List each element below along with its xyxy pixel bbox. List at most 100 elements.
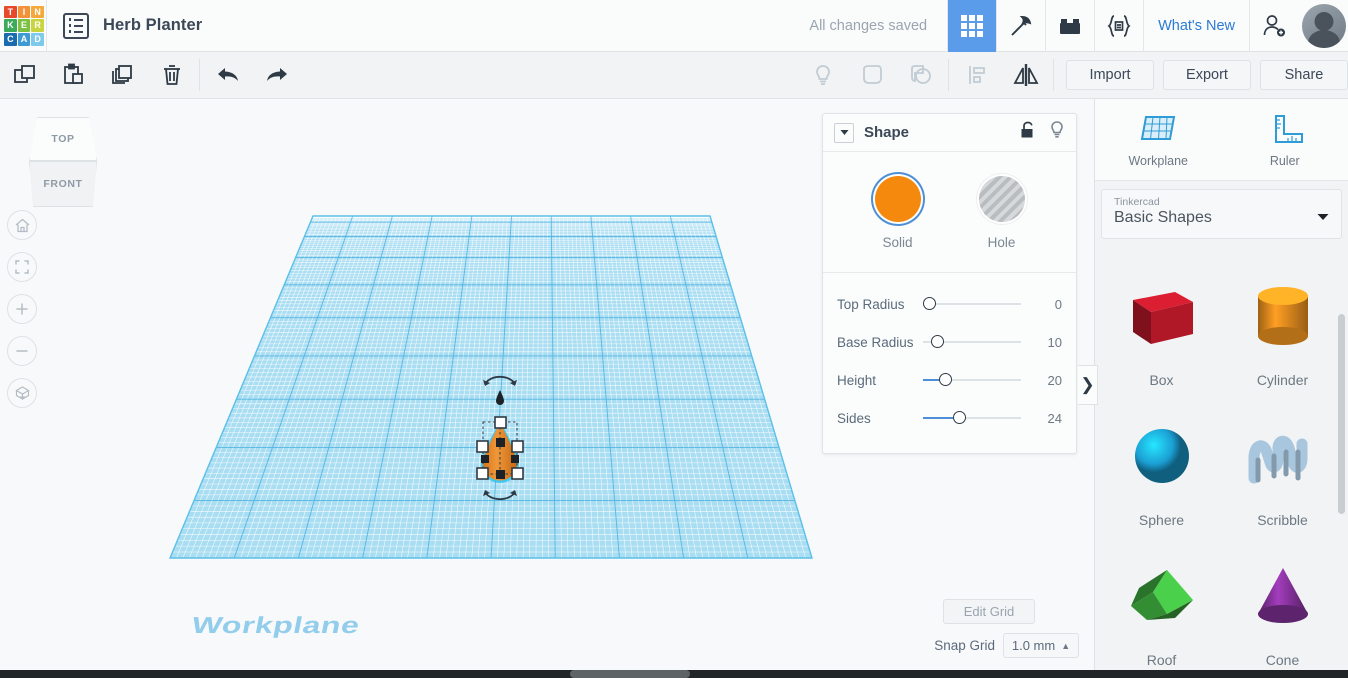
slider-label: Height — [837, 372, 877, 388]
logo-tile-n: N — [31, 5, 44, 19]
shape-cone[interactable]: Cone — [1222, 534, 1343, 674]
rotate-handle-bottom — [483, 490, 517, 501]
view-cube-front-label: FRONT — [43, 178, 83, 190]
view-cube-front-face[interactable]: FRONT — [29, 161, 97, 207]
panel-scrollbar[interactable] — [1338, 314, 1345, 514]
selected-shape-cone[interactable] — [455, 354, 545, 509]
logo-tile-c: C — [4, 32, 17, 46]
horizontal-scrollbar[interactable] — [0, 670, 1348, 678]
ruler-tool[interactable]: Ruler — [1222, 99, 1348, 180]
height-handle — [496, 390, 504, 405]
shape-cylinder[interactable]: Cylinder — [1222, 254, 1343, 394]
slider-thumb[interactable] — [953, 411, 966, 424]
toolbar-separator — [199, 59, 200, 91]
shape-category-select[interactable]: Tinkercad Basic Shapes — [1101, 189, 1342, 239]
snap-grid-select[interactable]: 1.0 mm ▲ — [1003, 633, 1079, 658]
unlock-icon[interactable] — [1019, 121, 1035, 144]
toolbar-separator-3 — [1053, 59, 1054, 91]
workplane-grid-icon — [1141, 115, 1176, 140]
logo-tile-k: K — [4, 19, 17, 32]
tinkercad-logo[interactable]: TIN KER CAD — [2, 4, 46, 48]
whats-new-link[interactable]: What's New — [1143, 0, 1249, 52]
pickaxe-icon[interactable] — [996, 0, 1045, 52]
redo-arrow-icon[interactable] — [252, 52, 301, 99]
list-menu-icon[interactable] — [63, 12, 89, 39]
slider-thumb[interactable] — [923, 297, 936, 310]
plus-icon[interactable] — [7, 294, 37, 324]
undo-arrow-icon[interactable] — [203, 52, 252, 99]
grid-view-icon[interactable] — [947, 0, 997, 52]
panel-collapse-toggle[interactable]: ❯ — [1078, 365, 1098, 405]
logo-tile-r: R — [31, 19, 44, 32]
shape-sphere[interactable]: Sphere — [1101, 394, 1222, 534]
home-icon[interactable] — [7, 210, 37, 240]
panel-tools-row: Workplane Ruler — [1095, 99, 1348, 181]
category-name-label: Basic Shapes — [1114, 209, 1212, 226]
slider-track-1[interactable] — [923, 333, 1021, 351]
shape-cone-icon — [1244, 552, 1322, 644]
ungroup-shapes-icon[interactable] — [896, 52, 945, 99]
solid-color-circle[interactable] — [874, 176, 921, 222]
hole-pattern-circle[interactable] — [978, 176, 1025, 222]
shape-cylinder-label: Cylinder — [1256, 372, 1309, 388]
shape-roof-icon — [1123, 552, 1201, 644]
slider-label: Sides — [837, 410, 871, 426]
shape-inspector-panel: Shape Solid Hole Top Radius 0 Base Radiu… — [822, 113, 1077, 454]
chevron-down-icon[interactable] — [834, 122, 854, 143]
chevron-down-icon[interactable] — [1317, 208, 1329, 226]
fit-to-screen-icon[interactable] — [7, 252, 37, 282]
shape-box-label: Box — [1149, 372, 1174, 388]
edit-grid-button[interactable]: Edit Grid — [943, 599, 1035, 624]
slider-value: 20 — [1047, 372, 1062, 388]
slider-track-0[interactable] — [923, 295, 1021, 313]
codeblocks-icon[interactable] — [1094, 0, 1143, 52]
ruler-tool-label: Ruler — [1269, 153, 1300, 168]
snap-grid-label: Snap Grid — [934, 638, 995, 653]
minus-icon[interactable] — [7, 336, 37, 366]
shape-scribble[interactable]: Scribble — [1222, 394, 1343, 534]
add-person-icon[interactable] — [1249, 0, 1298, 52]
slider-track-2[interactable] — [923, 371, 1021, 389]
main-toolbar: Import Export Share — [0, 52, 1348, 99]
view-cube-top-face[interactable]: TOP — [29, 117, 97, 161]
lego-brick-icon[interactable] — [1045, 0, 1094, 52]
mirror-icon[interactable] — [1001, 52, 1050, 99]
slider-fill — [923, 417, 953, 419]
hole-swatch[interactable]: Hole — [978, 176, 1025, 250]
slider-track-3[interactable] — [923, 409, 1021, 427]
header-right-group: All changes saved What's New — [789, 0, 1348, 52]
lightbulb-icon[interactable] — [1049, 120, 1065, 145]
shape-roof[interactable]: Roof — [1101, 534, 1222, 674]
workplane-tool[interactable]: Workplane — [1095, 99, 1222, 180]
ortho-box-icon[interactable] — [7, 378, 37, 408]
shape-roof-label: Roof — [1146, 652, 1177, 668]
share-button[interactable]: Share — [1260, 60, 1348, 90]
trash-icon[interactable] — [147, 52, 196, 99]
page-title[interactable]: Herb Planter — [103, 16, 202, 35]
import-button[interactable]: Import — [1066, 60, 1154, 90]
user-avatar[interactable] — [1302, 3, 1346, 48]
slider-row-height: Height 20 — [823, 361, 1076, 399]
slider-row-sides: Sides 24 — [823, 399, 1076, 437]
group-shapes-icon[interactable] — [847, 52, 896, 99]
slider-value: 24 — [1047, 410, 1062, 426]
slider-fill — [923, 379, 939, 381]
export-button[interactable]: Export — [1163, 60, 1251, 90]
lightbulb-icon[interactable] — [798, 52, 847, 99]
copy-icon[interactable] — [0, 52, 49, 99]
shape-cylinder-icon — [1244, 272, 1322, 364]
save-status: All changes saved — [809, 17, 928, 34]
duplicate-icon[interactable] — [98, 52, 147, 99]
slider-row-base-radius: Base Radius 10 — [823, 323, 1076, 361]
align-icon[interactable] — [952, 52, 1001, 99]
shape-scribble-label: Scribble — [1257, 512, 1308, 528]
view-cube[interactable]: TOP FRONT — [22, 117, 104, 209]
toolbar-separator-2 — [948, 59, 949, 91]
shape-box[interactable]: Box — [1101, 254, 1222, 394]
solid-swatch[interactable]: Solid — [874, 176, 921, 250]
slider-thumb[interactable] — [939, 373, 952, 386]
scrollbar-thumb[interactable] — [570, 670, 690, 678]
chevron-up-icon: ▲ — [1061, 640, 1071, 651]
slider-thumb[interactable] — [931, 335, 944, 348]
paste-icon[interactable] — [49, 52, 98, 99]
